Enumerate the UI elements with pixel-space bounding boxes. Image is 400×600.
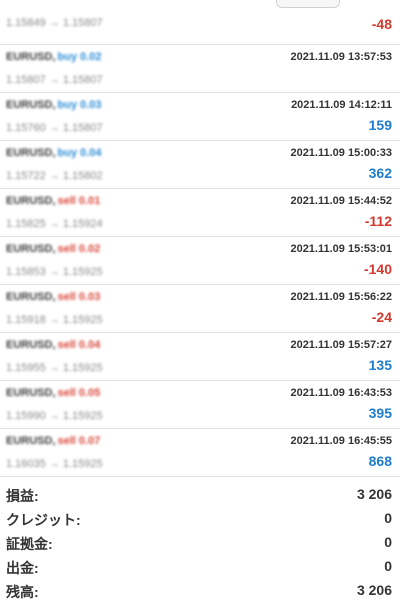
summary-row-balance: 残高: 3 206 (0, 579, 400, 600)
summary-row-credit: クレジット: 0 (0, 507, 400, 531)
deal-symbol: EURUSD, (6, 243, 56, 255)
account-summary: 損益: 3 206 クレジット: 0 証拠金: 0 出金: 0 残高: 3 20… (0, 477, 400, 600)
deal-time: 2021.11.09 14:12:11 (291, 99, 392, 111)
deal-price-line: 1.15722 → 1.15802 (6, 166, 103, 184)
deal-direction: sell 0.04 (57, 339, 101, 351)
deal-direction: buy 0.02 (57, 51, 102, 63)
deal-profit: 159 (368, 117, 392, 133)
deal-row[interactable]: EURUSD, sell 0.01 1.15825 → 1.15924 2021.11… (0, 189, 400, 237)
deal-time: 2021.11.09 15:44:52 (290, 195, 392, 207)
deal-symbol-line: EURUSD, buy 0.02 (6, 51, 102, 63)
summary-value: 0 (384, 558, 392, 574)
deal-prices: 1.15722 → 1.15802 (6, 170, 103, 182)
trade-history-screen: 1.15849 → 1.15807 -48 EURUSD, buy 0.02 1.1… (0, 0, 400, 600)
summary-label: 残高: (6, 584, 39, 600)
deal-symbol-line: EURUSD, sell 0.07 (6, 435, 100, 447)
deal-profit: 135 (368, 357, 392, 373)
deal-symbol: EURUSD, (6, 339, 56, 351)
deal-symbol: EURUSD, (6, 387, 56, 399)
deal-price-line: 1.15955 → 1.15925 (6, 358, 103, 376)
deal-direction: buy 0.03 (57, 99, 102, 111)
deal-prices: 1.15807 → 1.15807 (6, 74, 103, 86)
deal-symbol: EURUSD, (6, 291, 56, 303)
summary-label: クレジット: (6, 512, 81, 528)
deal-profit: -24 (371, 309, 392, 325)
deal-symbol-line: EURUSD, sell 0.02 (6, 243, 100, 255)
deal-symbol-line: EURUSD, sell 0.01 (6, 195, 100, 207)
deal-prices: 1.15825 → 1.15924 (6, 218, 103, 230)
deal-row-partial[interactable]: 1.15849 → 1.15807 -48 (0, 0, 400, 45)
deal-prices: 1.16035 → 1.15925 (6, 458, 103, 470)
deal-symbol-line: EURUSD, sell 0.05 (6, 387, 100, 399)
deal-profit: -112 (364, 213, 392, 229)
deal-symbol-line: EURUSD, buy 0.03 (6, 99, 102, 111)
deal-symbol-line: EURUSD, buy 0.04 (6, 147, 102, 159)
deal-prices: 1.15918 → 1.15925 (6, 314, 103, 326)
deal-profit: 362 (368, 165, 392, 181)
deal-profit: 868 (368, 453, 392, 469)
deal-profit: -48 (371, 16, 392, 32)
summary-value: 3 206 (356, 486, 392, 502)
deal-symbol: EURUSD, (6, 147, 56, 159)
summary-label: 証拠金: (6, 536, 53, 552)
deal-time: 2021.11.09 15:57:27 (290, 339, 392, 351)
deal-row[interactable]: EURUSD, buy 0.02 1.15807 → 1.15807 2021.11.… (0, 45, 400, 93)
deal-row[interactable]: EURUSD, sell 0.02 1.15853 → 1.15925 2021.11… (0, 237, 400, 285)
tab-edge[interactable] (276, 0, 340, 8)
deal-symbol: EURUSD, (6, 435, 56, 447)
deal-symbol-line: EURUSD, sell 0.03 (6, 291, 100, 303)
deal-time: 2021.11.09 13:57:53 (290, 51, 392, 63)
deal-row[interactable]: EURUSD, sell 0.03 1.15918 → 1.15925 2021.11… (0, 285, 400, 333)
deal-price-line: 1.15807 → 1.15807 (6, 70, 103, 88)
deal-row[interactable]: EURUSD, buy 0.03 1.15760 → 1.15807 2021.11.… (0, 93, 400, 141)
deal-direction: buy 0.04 (57, 147, 102, 159)
deal-row[interactable]: EURUSD, buy 0.04 1.15722 → 1.15802 2021.11.… (0, 141, 400, 189)
deal-prices: 1.15760 → 1.15807 (6, 122, 103, 134)
deal-direction: sell 0.03 (57, 291, 101, 303)
deal-symbol: EURUSD, (6, 99, 56, 111)
deal-profit: -140 (363, 261, 392, 277)
deal-direction: sell 0.01 (57, 195, 101, 207)
deal-time: 2021.11.09 16:43:53 (290, 387, 392, 399)
deal-prices: 1.15849 → 1.15807 (6, 17, 103, 29)
deal-direction: sell 0.07 (57, 435, 101, 447)
deal-time: 2021.11.09 15:56:22 (290, 291, 392, 303)
summary-label: 損益: (6, 488, 39, 504)
deal-prices: 1.15990 → 1.15925 (6, 410, 103, 422)
deal-price-line: 1.15825 → 1.15924 (6, 214, 103, 232)
deal-prices: 1.15955 → 1.15925 (6, 362, 103, 374)
deal-profit: 395 (368, 405, 392, 421)
deal-price-line: 1.15918 → 1.15925 (6, 310, 103, 328)
summary-row-deposit: 証拠金: 0 (0, 531, 400, 555)
deal-list: EURUSD, buy 0.02 1.15807 → 1.15807 2021.11.… (0, 45, 400, 477)
deal-price-line: 1.15849 → 1.15807 (6, 13, 103, 31)
deal-symbol: EURUSD, (6, 195, 56, 207)
deal-time: 2021.11.09 15:00:33 (290, 147, 392, 159)
deal-direction: sell 0.05 (57, 387, 101, 399)
deal-row[interactable]: EURUSD, sell 0.04 1.15955 → 1.15925 2021.11… (0, 333, 400, 381)
deal-symbol: EURUSD, (6, 51, 56, 63)
summary-value: 3 206 (356, 582, 392, 598)
summary-row-profit: 損益: 3 206 (0, 483, 400, 507)
deal-price-line: 1.15853 → 1.15925 (6, 262, 103, 280)
deal-price-line: 1.16035 → 1.15925 (6, 454, 103, 472)
deal-row[interactable]: EURUSD, sell 0.07 1.16035 → 1.15925 2021.11… (0, 429, 400, 477)
summary-value: 0 (384, 534, 392, 550)
deal-price-line: 1.15760 → 1.15807 (6, 118, 103, 136)
deal-time: 2021.11.09 16:45:55 (290, 435, 392, 447)
deal-price-line: 1.15990 → 1.15925 (6, 406, 103, 424)
summary-value: 0 (384, 510, 392, 526)
summary-row-withdrawal: 出金: 0 (0, 555, 400, 579)
deal-prices: 1.15853 → 1.15925 (6, 266, 103, 278)
summary-label: 出金: (6, 560, 39, 576)
deal-direction: sell 0.02 (57, 243, 101, 255)
deal-symbol-line: EURUSD, sell 0.04 (6, 339, 100, 351)
deal-time: 2021.11.09 15:53:01 (290, 243, 392, 255)
deal-row[interactable]: EURUSD, sell 0.05 1.15990 → 1.15925 2021.11… (0, 381, 400, 429)
